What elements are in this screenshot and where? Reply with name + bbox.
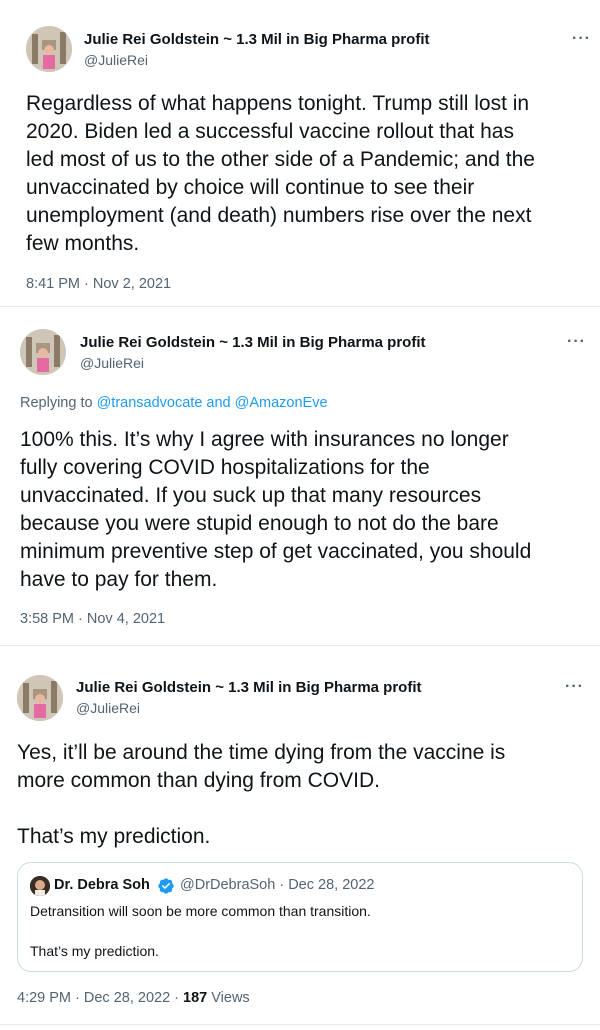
- quote-text: Detransition will soon be more common th…: [30, 903, 371, 959]
- divider: [0, 645, 600, 646]
- author-handle[interactable]: @JulieRei: [84, 52, 148, 68]
- replying-and: and: [202, 395, 235, 411]
- timestamp-text[interactable]: 4:29 PM · Dec 28, 2022 ·: [17, 990, 183, 1006]
- avatar[interactable]: [20, 329, 66, 375]
- replying-to: Replying to @transadvocate and @AmazonEv…: [20, 395, 328, 411]
- tweet-timestamp[interactable]: 4:29 PM · Dec 28, 2022 · 187 Views: [17, 990, 250, 1006]
- mention-link[interactable]: @transadvocate: [97, 395, 203, 411]
- views-count: 187: [183, 990, 208, 1006]
- author-handle[interactable]: @JulieRei: [76, 700, 140, 716]
- divider: [0, 306, 600, 307]
- tweet-timestamp[interactable]: 3:58 PM · Nov 4, 2021: [20, 611, 165, 627]
- more-options-icon[interactable]: ···: [572, 30, 591, 48]
- quote-author-handle[interactable]: @DrDebraSoh · Dec 28, 2022: [180, 877, 374, 893]
- author-handle[interactable]: @JulieRei: [80, 355, 144, 371]
- tweet-text: Regardless of what happens tonight. Trum…: [26, 92, 535, 255]
- tweet-text: 100% this. It’s why I agree with insuran…: [20, 428, 532, 591]
- tweet-2[interactable]: Julie Rei Goldstein ~ 1.3 Mil in Big Pha…: [0, 312, 600, 642]
- avatar[interactable]: [17, 675, 63, 721]
- replying-prefix: Replying to: [20, 395, 97, 411]
- tweet-3[interactable]: Julie Rei Goldstein ~ 1.3 Mil in Big Pha…: [0, 655, 600, 1030]
- mention-link[interactable]: @AmazonEve: [235, 395, 328, 411]
- tweet-timestamp[interactable]: 8:41 PM · Nov 2, 2021: [26, 276, 171, 292]
- avatar[interactable]: [26, 26, 72, 72]
- more-options-icon[interactable]: ···: [565, 678, 584, 696]
- author-name[interactable]: Julie Rei Goldstein ~ 1.3 Mil in Big Pha…: [80, 334, 425, 351]
- views-label: Views: [207, 990, 250, 1006]
- author-name[interactable]: Julie Rei Goldstein ~ 1.3 Mil in Big Pha…: [76, 679, 421, 696]
- divider: [0, 1024, 600, 1025]
- quoted-tweet[interactable]: Dr. Debra Soh @DrDebraSoh · Dec 28, 2022…: [17, 862, 583, 972]
- verified-badge-icon: [158, 878, 174, 894]
- quote-author-name[interactable]: Dr. Debra Soh: [54, 877, 150, 893]
- more-options-icon[interactable]: ···: [567, 333, 586, 351]
- author-name[interactable]: Julie Rei Goldstein ~ 1.3 Mil in Big Pha…: [84, 31, 429, 48]
- quote-avatar[interactable]: [30, 876, 50, 896]
- tweet-1[interactable]: Julie Rei Goldstein ~ 1.3 Mil in Big Pha…: [0, 0, 600, 305]
- tweet-text: Yes, it’ll be around the time dying from…: [17, 741, 506, 848]
